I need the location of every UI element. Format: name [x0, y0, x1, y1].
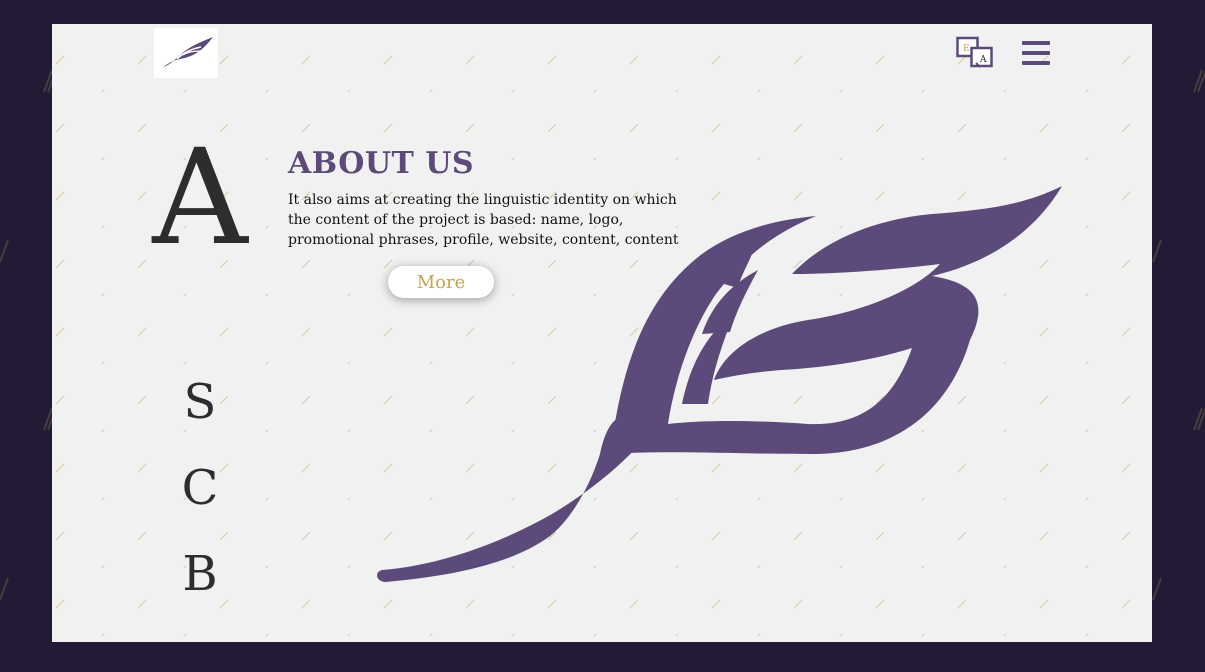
menu-bar [1022, 41, 1050, 45]
letter-b-link[interactable]: B [140, 550, 260, 598]
language-switch-button[interactable]: E A [956, 36, 994, 70]
feather-logo-icon [163, 36, 213, 67]
about-us-title: ABOUT US [288, 146, 475, 181]
letter-c-link[interactable]: C [140, 464, 260, 512]
lang-letter-e: E [963, 44, 970, 54]
letter-s-link[interactable]: S [140, 378, 260, 426]
big-letter-a: A [152, 121, 248, 275]
menu-bar [1022, 61, 1050, 65]
hamburger-menu-button[interactable] [1022, 41, 1050, 66]
feather-illustration-icon [377, 186, 1062, 582]
menu-bar [1022, 51, 1050, 55]
language-switch-icon: E A [956, 36, 993, 68]
main-panel: E A A S C B ABOUT US It also aims at cre… [52, 24, 1152, 642]
more-button[interactable]: More [388, 266, 494, 298]
site-logo[interactable] [154, 28, 218, 78]
lang-letter-a: A [979, 55, 987, 65]
